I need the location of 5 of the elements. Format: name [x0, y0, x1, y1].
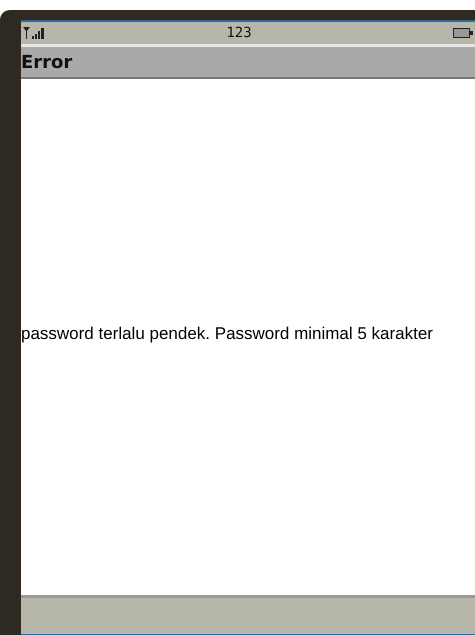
battery-icon: [453, 28, 473, 38]
signal-icon: [23, 27, 45, 39]
input-mode-indicator: 123: [225, 25, 253, 41]
error-message: password terlalu pendek. Password minimal 5 karakter: [21, 323, 434, 345]
screen-title: Error: [21, 52, 72, 72]
